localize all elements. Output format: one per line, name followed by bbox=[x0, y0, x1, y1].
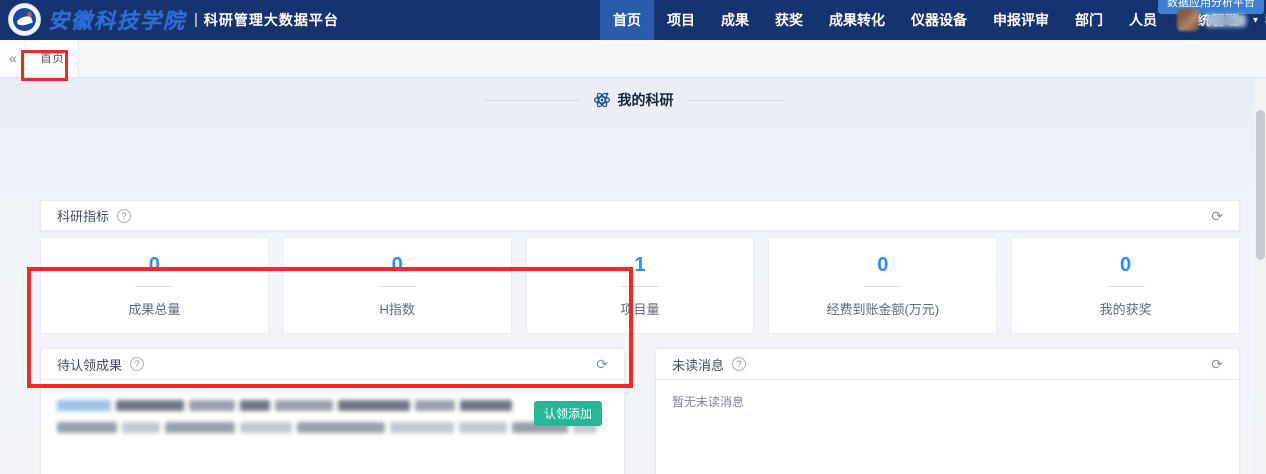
claimable-achievements-card: 待认领成果 ? ⟳ bbox=[40, 348, 625, 474]
avatar bbox=[1177, 9, 1199, 31]
atom-icon bbox=[593, 91, 611, 109]
section-header: 我的科研 bbox=[0, 88, 1266, 112]
tab-home[interactable]: 首页 bbox=[25, 40, 79, 77]
stat-value: 1 bbox=[634, 254, 645, 277]
stat-h-index[interactable]: 0 H指数 bbox=[283, 237, 512, 334]
metrics-stats-row: 0 成果总量 0 H指数 1 项目量 0 经费到账金额(万元) 0 我的获奖 bbox=[40, 237, 1240, 334]
refresh-icon[interactable]: ⟳ bbox=[1211, 209, 1223, 223]
claim-add-button[interactable]: 认领添加 bbox=[534, 401, 602, 426]
metrics-card-title: 科研指标 bbox=[57, 206, 109, 225]
user-menu[interactable]: ▾ bbox=[1177, 0, 1258, 40]
stat-label: 我的获奖 bbox=[1100, 299, 1152, 318]
help-icon[interactable]: ? bbox=[732, 357, 746, 371]
nav-item-awards[interactable]: 获奖 bbox=[762, 0, 816, 40]
school-logo-icon bbox=[8, 3, 41, 36]
claimable-achievement-row[interactable]: 认领添加 bbox=[57, 399, 610, 447]
help-icon[interactable]: ? bbox=[130, 357, 144, 371]
messages-card-title: 未读消息 bbox=[672, 355, 724, 374]
stat-label: H指数 bbox=[380, 299, 415, 318]
school-name: 安徽科技学院 bbox=[48, 5, 186, 35]
stat-value: 0 bbox=[877, 254, 888, 277]
stat-my-awards[interactable]: 0 我的获奖 bbox=[1011, 237, 1240, 334]
user-name-redacted bbox=[1206, 14, 1246, 27]
claim-card-title: 待认领成果 bbox=[57, 355, 122, 374]
refresh-icon[interactable]: ⟳ bbox=[1211, 357, 1223, 371]
nav-item-achievements[interactable]: 成果 bbox=[708, 0, 762, 40]
stat-value: 0 bbox=[1120, 254, 1131, 277]
divider bbox=[1107, 286, 1145, 287]
tabbar-background bbox=[70, 40, 1266, 77]
empty-messages-text: 暂无未读消息 bbox=[672, 393, 744, 410]
redacted-text-line bbox=[57, 421, 610, 433]
stat-project-count[interactable]: 1 项目量 bbox=[526, 237, 755, 334]
stat-total-achievements[interactable]: 0 成果总量 bbox=[40, 237, 269, 334]
page-tabbar: « 首页 bbox=[0, 40, 1266, 78]
nav-item-transformation[interactable]: 成果转化 bbox=[816, 0, 898, 40]
nav-item-projects[interactable]: 项目 bbox=[654, 0, 708, 40]
stat-funding-received[interactable]: 0 经费到账金额(万元) bbox=[768, 237, 997, 334]
unread-messages-card: 未读消息 ? ⟳ 暂无未读消息 bbox=[655, 348, 1240, 474]
platform-name: 科研管理大数据平台 bbox=[204, 10, 339, 30]
section-title: 我的科研 bbox=[618, 90, 674, 110]
logo: 安徽科技学院 | 科研管理大数据平台 bbox=[8, 3, 339, 36]
chevron-down-icon: ▾ bbox=[1253, 15, 1258, 26]
collapse-tabs-icon[interactable]: « bbox=[9, 40, 15, 78]
redacted-text-line bbox=[57, 399, 610, 411]
stat-value: 0 bbox=[149, 254, 160, 277]
nav-item-home[interactable]: 首页 bbox=[600, 0, 654, 40]
main-content: 我的科研 科研指标 ? ⟳ 0 成果总量 0 H指数 1 项目量 0 经 bbox=[0, 78, 1266, 474]
nav-item-departments[interactable]: 部门 bbox=[1062, 0, 1116, 40]
logo-divider: | bbox=[194, 11, 198, 28]
stat-label: 成果总量 bbox=[128, 299, 180, 318]
refresh-icon[interactable]: ⟳ bbox=[596, 357, 608, 371]
divider bbox=[864, 286, 902, 287]
divider bbox=[688, 100, 783, 101]
nav-item-application-review[interactable]: 申报评审 bbox=[980, 0, 1062, 40]
help-icon[interactable]: ? bbox=[117, 209, 131, 223]
divider bbox=[621, 286, 659, 287]
nav-item-instruments[interactable]: 仪器设备 bbox=[898, 0, 980, 40]
top-navbar: 安徽科技学院 | 科研管理大数据平台 首页 项目 成果 获奖 成果转化 仪器设备… bbox=[0, 0, 1266, 40]
scrollbar-thumb[interactable] bbox=[1256, 110, 1265, 260]
scrollbar-track[interactable] bbox=[1254, 78, 1266, 474]
divider bbox=[135, 286, 173, 287]
stat-label: 经费到账金额(万元) bbox=[826, 299, 939, 318]
stat-value: 0 bbox=[392, 254, 403, 277]
divider bbox=[484, 100, 579, 101]
divider bbox=[378, 286, 416, 287]
stat-label: 项目量 bbox=[620, 299, 659, 318]
metrics-card: 科研指标 ? ⟳ bbox=[40, 200, 1240, 231]
